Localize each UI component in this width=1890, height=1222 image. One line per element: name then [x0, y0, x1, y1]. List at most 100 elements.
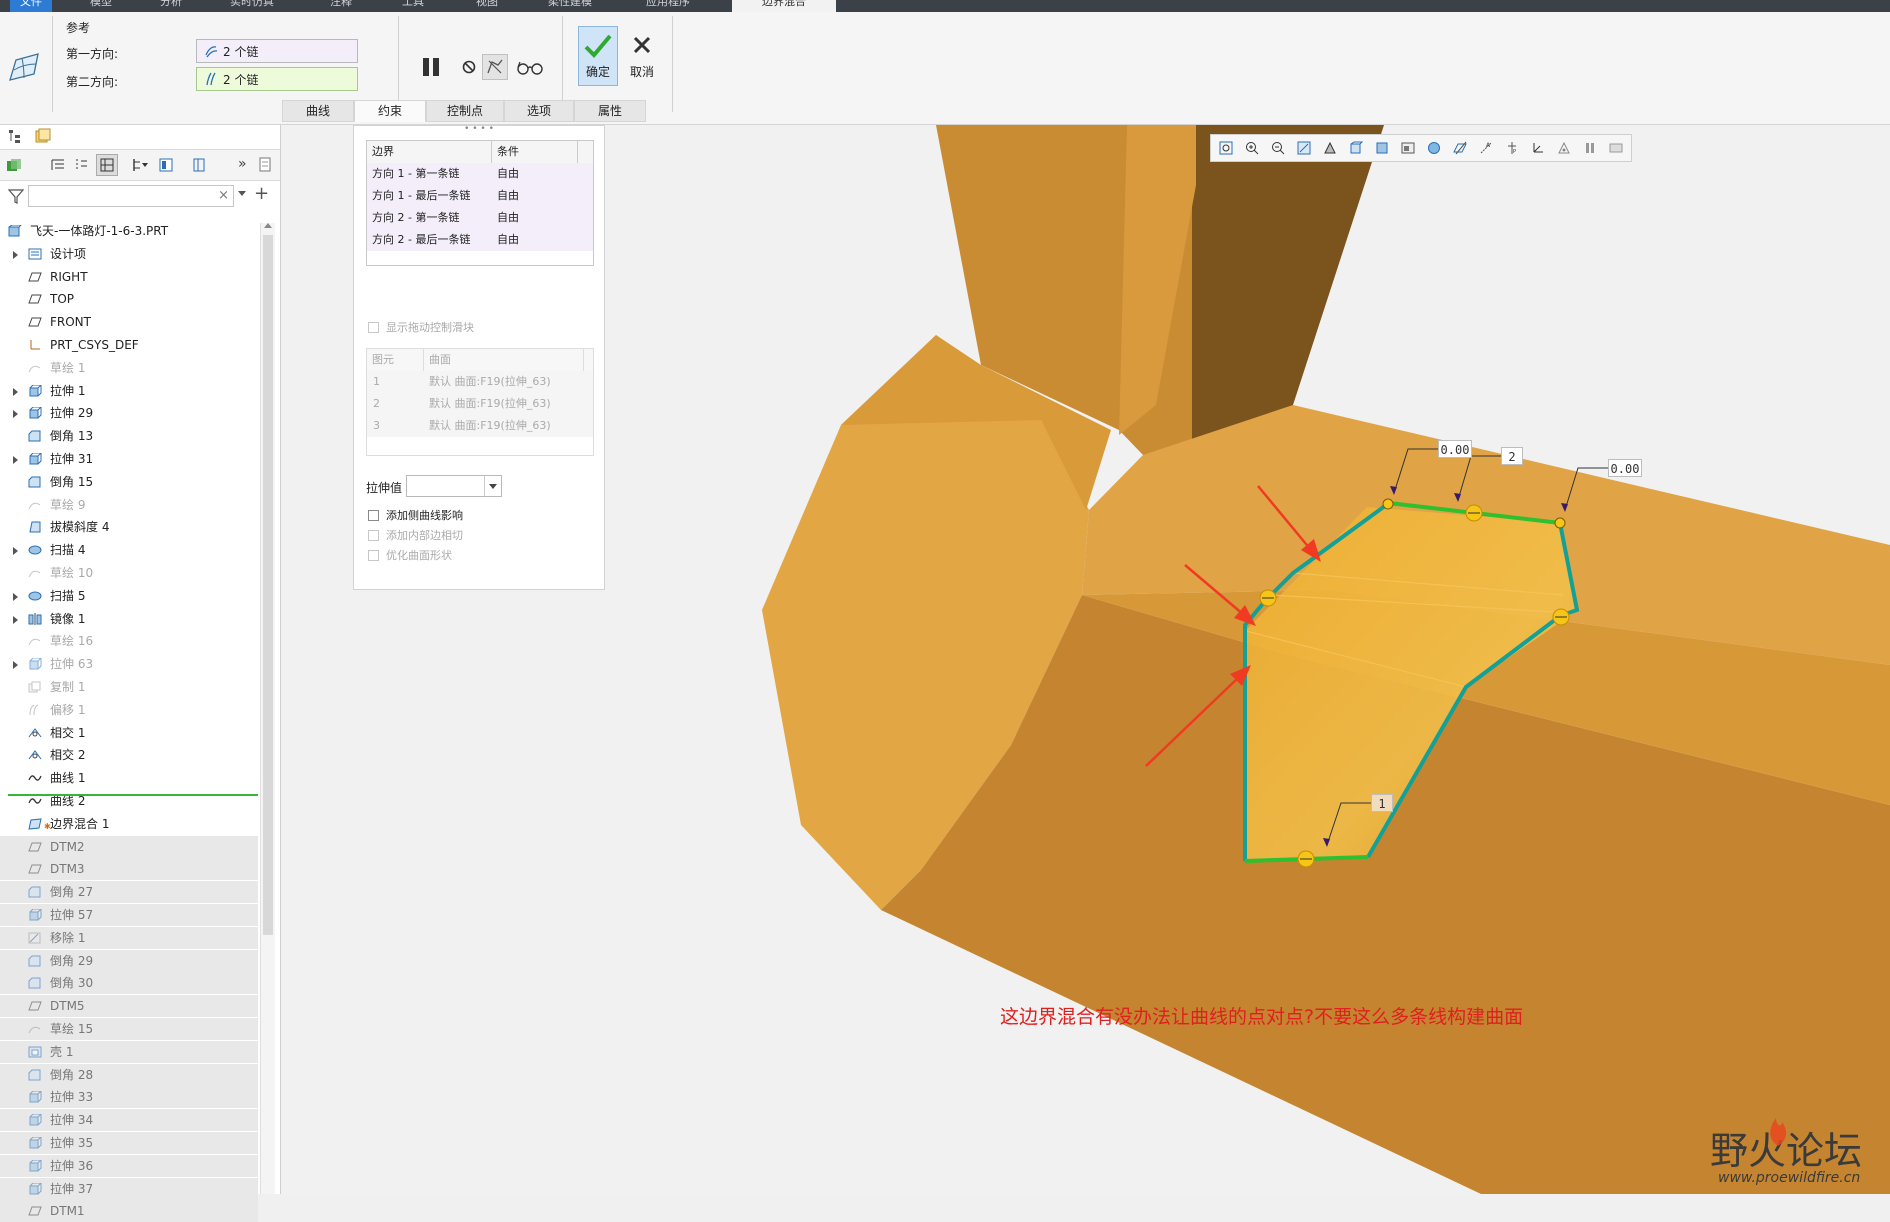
tree-filter-list-icon[interactable]: [74, 157, 88, 173]
saved-orientations-icon[interactable]: [1375, 141, 1389, 155]
settings-icon[interactable]: [158, 157, 174, 173]
cancel-button[interactable]: 取消: [622, 26, 662, 86]
expand-arrow-icon[interactable]: [13, 387, 18, 396]
menu-tools[interactable]: 工具: [402, 0, 442, 12]
menu-boundary-blend[interactable]: 边界混合: [732, 0, 836, 12]
tree-item[interactable]: 移除 1: [0, 926, 258, 949]
tree-item[interactable]: 草绘 9: [0, 494, 258, 516]
tree-search-input[interactable]: ×: [28, 185, 234, 207]
tree-item[interactable]: DTM2: [0, 835, 258, 858]
tree-item[interactable]: 草绘 10: [0, 562, 258, 584]
menu-analysis[interactable]: 分析: [160, 0, 200, 12]
datum-plane-display-icon[interactable]: [1453, 141, 1467, 155]
optimize-surface-checkbox[interactable]: [368, 550, 379, 561]
tree-item[interactable]: DTM5: [0, 995, 258, 1018]
verify-mode-button[interactable]: [516, 56, 544, 78]
tree-item[interactable]: FRONT: [0, 311, 258, 333]
filter-funnel-icon[interactable]: [8, 188, 24, 204]
table-row[interactable]: 方向 1 - 最后一条链 自由: [367, 185, 593, 207]
zoom-out-icon[interactable]: [1271, 141, 1285, 155]
insert-marker[interactable]: [8, 794, 258, 796]
tree-layout-button[interactable]: [96, 154, 118, 176]
tree-item[interactable]: 设计项: [0, 243, 258, 265]
dim-label-mid[interactable]: 2: [1501, 447, 1523, 465]
tree-item[interactable]: 壳 1: [0, 1040, 258, 1063]
pause-annotation-icon[interactable]: [1583, 141, 1597, 155]
tree-item[interactable]: 倒角 15: [0, 471, 258, 493]
tree-item[interactable]: 相交 2: [0, 744, 258, 766]
table-row[interactable]: 方向 2 - 最后一条链 自由: [367, 229, 593, 251]
tab-constraints[interactable]: 约束: [354, 100, 426, 122]
add-filter-icon[interactable]: +: [254, 183, 269, 204]
perspective-icon[interactable]: [1323, 141, 1337, 155]
expand-arrow-icon[interactable]: [13, 547, 18, 556]
more-chevron-icon[interactable]: »: [238, 156, 247, 172]
confirm-button[interactable]: 确定: [578, 26, 618, 86]
menu-file[interactable]: 文件: [10, 0, 52, 12]
clear-search-icon[interactable]: ×: [218, 188, 229, 203]
tree-item[interactable]: 拉伸 34: [0, 1109, 258, 1132]
menu-applications[interactable]: 应用程序: [646, 0, 706, 12]
tree-item[interactable]: 拉伸 31: [0, 448, 258, 470]
search-dropdown-icon[interactable]: [238, 191, 246, 196]
appearance-icon[interactable]: [1427, 141, 1441, 155]
zoom-in-icon[interactable]: [1245, 141, 1259, 155]
tab-curves[interactable]: 曲线: [282, 100, 354, 122]
dim-label-bottom[interactable]: 1: [1371, 794, 1393, 812]
columns-icon[interactable]: [192, 157, 206, 173]
tree-item[interactable]: 倒角 28: [0, 1063, 258, 1086]
tree-item[interactable]: 边界混合 1 ✱: [0, 813, 258, 835]
tree-item[interactable]: DTM1: [0, 1200, 258, 1222]
tree-item[interactable]: 扫描 5: [0, 585, 258, 607]
menu-view[interactable]: 视图: [476, 0, 516, 12]
menu-simulation[interactable]: 实时仿真: [230, 0, 286, 12]
tree-item[interactable]: 拉伸 1: [0, 380, 258, 402]
expand-arrow-icon[interactable]: [13, 615, 18, 624]
tree-item[interactable]: 偏移 1: [0, 699, 258, 721]
first-direction-collector[interactable]: 2 个链: [196, 39, 358, 63]
expand-arrow-icon[interactable]: [13, 592, 18, 601]
tab-properties[interactable]: 属性: [574, 100, 646, 122]
stretch-value-combo[interactable]: [406, 475, 502, 497]
dim-label-end[interactable]: 0.00: [1608, 459, 1642, 477]
tab-control-points[interactable]: 控制点: [426, 100, 504, 122]
tree-item[interactable]: 倒角 13: [0, 425, 258, 447]
tree-item[interactable]: 拉伸 29: [0, 402, 258, 424]
tree-item[interactable]: 镜像 1: [0, 608, 258, 630]
filter-settings-icon[interactable]: [132, 157, 150, 173]
scroll-up-icon[interactable]: [264, 223, 272, 228]
tree-item[interactable]: 扫描 4: [0, 539, 258, 561]
tree-item[interactable]: DTM3: [0, 858, 258, 881]
show-icon[interactable]: [6, 158, 22, 172]
tree-item[interactable]: 草绘 16: [0, 630, 258, 652]
tree-item[interactable]: 倒角 27: [0, 881, 258, 904]
add-inner-edge-checkbox[interactable]: [368, 530, 379, 541]
tree-item[interactable]: TOP: [0, 288, 258, 310]
show-drag-handles-checkbox[interactable]: [368, 322, 379, 333]
tree-item[interactable]: 拉伸 57: [0, 904, 258, 926]
spin-center-icon[interactable]: [1557, 141, 1571, 155]
second-direction-collector[interactable]: 2 个链: [196, 67, 358, 91]
repaint-icon[interactable]: [1297, 141, 1311, 155]
tree-item[interactable]: 飞天-一体路灯-1-6-3.PRT: [0, 220, 258, 242]
tree-item[interactable]: 拉伸 33: [0, 1086, 258, 1109]
add-side-curve-checkbox[interactable]: [368, 510, 379, 521]
expand-arrow-icon[interactable]: [13, 456, 18, 464]
tree-item[interactable]: 拉伸 35: [0, 1132, 258, 1154]
scroll-thumb[interactable]: [263, 235, 273, 935]
notes-icon[interactable]: [258, 157, 272, 173]
tree-item[interactable]: 相交 1: [0, 722, 258, 744]
annotation-display-icon[interactable]: [1609, 141, 1623, 155]
display-style-icon[interactable]: [1349, 141, 1363, 155]
tree-item[interactable]: 草绘 15: [0, 1018, 258, 1040]
tree-item[interactable]: 倒角 30: [0, 972, 258, 995]
refit-icon[interactable]: [1219, 141, 1233, 155]
tree-item[interactable]: 拔模斜度 4: [0, 516, 258, 538]
csys-display-icon[interactable]: [1531, 141, 1545, 155]
expand-arrow-icon[interactable]: [13, 250, 18, 259]
tree-item[interactable]: 曲线 1: [0, 767, 258, 789]
datum-axis-display-icon[interactable]: A: [1479, 141, 1493, 155]
tree-item[interactable]: 拉伸 37: [0, 1177, 258, 1200]
folder-browser-tab-icon[interactable]: [34, 127, 52, 145]
dim-label-start[interactable]: 0.00: [1438, 440, 1472, 458]
